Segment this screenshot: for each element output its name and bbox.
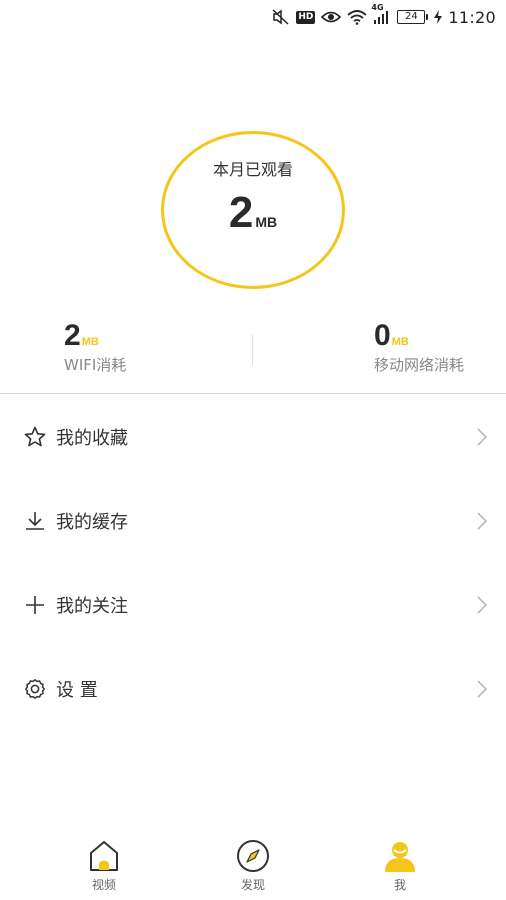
tab-me[interactable]: 我 (360, 838, 440, 893)
tab-label-discover: 发现 (240, 878, 265, 892)
tab-label-video: 视频 (91, 878, 116, 892)
download-icon (24, 510, 46, 532)
menu-item-favorites[interactable]: 我的收藏 (0, 395, 506, 479)
chevron-right-icon (477, 428, 488, 446)
menu-label-favorites: 我的收藏 (56, 428, 128, 449)
mobile-value: 0MB (374, 320, 464, 352)
stats-divider (252, 335, 253, 365)
mobile-number: 0 (374, 319, 391, 352)
home-icon (86, 838, 122, 874)
status-icons: HD 4G 24 11:20 (272, 3, 496, 28)
menu-label-settings: 设 置 (56, 680, 98, 701)
menu-item-settings[interactable]: 设 置 (0, 647, 506, 731)
gear-icon (24, 678, 46, 700)
signal-icon: 4G (371, 3, 391, 25)
plus-icon (24, 594, 46, 616)
battery-level: 24 (397, 10, 426, 24)
wifi-number: 2 (64, 319, 81, 352)
usage-circle: 本月已观看 2 MB (161, 131, 345, 289)
usage-number: 2 (228, 188, 254, 237)
usage-value: 2 MB (164, 188, 342, 238)
mobile-stat: 0MB 移动网络消耗 (374, 320, 464, 375)
mobile-unit: MB (391, 336, 409, 348)
user-icon (382, 838, 418, 874)
battery-icon: 24 (397, 10, 429, 24)
usage-unit: MB (255, 214, 278, 230)
charging-icon (434, 10, 443, 24)
wifi-stat: 2MB WIFI消耗 (64, 320, 126, 375)
mute-icon (272, 9, 290, 25)
eye-icon (321, 10, 342, 24)
network-type: 4G (371, 3, 384, 12)
tab-label-me: 我 (393, 878, 406, 892)
menu-label-cache: 我的缓存 (56, 512, 128, 533)
wifi-label: WIFI消耗 (64, 356, 127, 374)
chevron-right-icon (477, 596, 488, 614)
usage-label: 本月已观看 (212, 160, 293, 179)
wifi-icon (347, 9, 367, 25)
tab-discover[interactable]: 发现 (213, 838, 293, 893)
hd-icon: HD (296, 10, 316, 24)
menu-item-following[interactable]: 我的关注 (0, 563, 506, 647)
menu-item-cache[interactable]: 我的缓存 (0, 479, 506, 563)
compass-icon (235, 838, 271, 874)
tab-video[interactable]: 视频 (64, 838, 144, 893)
status-bar: HD 4G 24 11:20 (0, 0, 506, 34)
chevron-right-icon (477, 680, 488, 698)
bottom-nav: 视频 发现 我 (0, 830, 506, 900)
mobile-label: 移动网络消耗 (374, 356, 465, 374)
wifi-value: 2MB (64, 320, 126, 352)
status-time: 11:20 (448, 7, 496, 27)
star-icon (24, 426, 46, 448)
section-divider (0, 393, 506, 394)
menu-label-following: 我的关注 (56, 596, 128, 617)
chevron-right-icon (477, 512, 488, 530)
wifi-unit: MB (81, 336, 99, 348)
